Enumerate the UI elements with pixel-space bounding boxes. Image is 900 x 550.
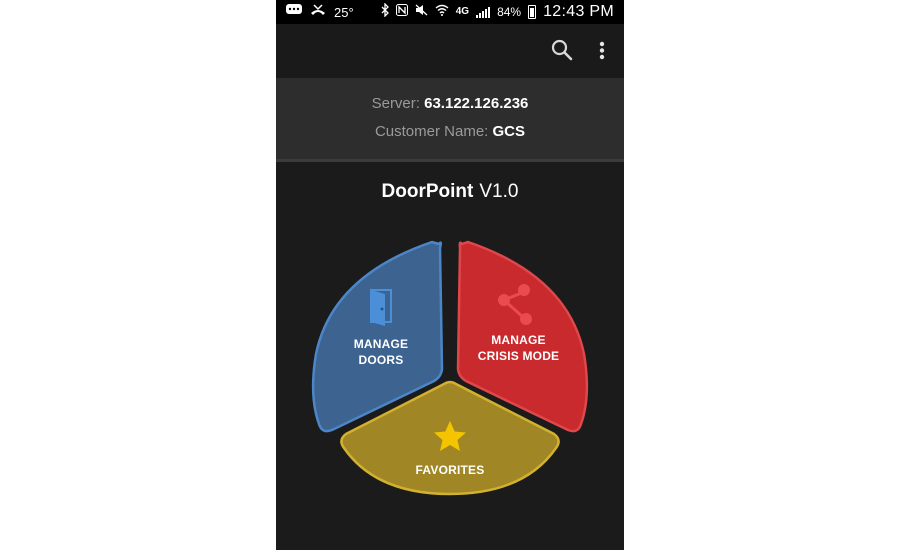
customer-value: GCS: [492, 123, 526, 140]
app-version: V1.0: [479, 181, 519, 202]
missed-call-icon: [310, 4, 326, 20]
phone-screen: 25° 4G 84% 12:43 PM Server: 63.122.126.2…: [276, 0, 624, 550]
network-type: 4G: [455, 6, 470, 17]
server-label: Server:: [371, 95, 420, 112]
wifi-icon: [435, 4, 449, 20]
customer-label: Customer Name:: [374, 123, 489, 140]
status-bar: 25° 4G 84% 12:43 PM: [276, 0, 624, 24]
customer-row: Customer Name: GCS: [276, 123, 624, 140]
app-name: DoorPoint: [381, 181, 474, 202]
battery-icon: [528, 5, 537, 19]
server-value: 63.122.126.236: [424, 95, 529, 112]
server-info-panel: Server: 63.122.126.236 Customer Name: GC…: [276, 78, 624, 162]
bluetooth-icon: [381, 2, 389, 21]
app-title: DoorPoint V1.0: [276, 181, 624, 203]
mute-icon: [415, 4, 428, 20]
server-row: Server: 63.122.126.236: [276, 95, 624, 112]
search-icon[interactable]: [550, 38, 574, 62]
clock: 12:43 PM: [543, 3, 614, 20]
temperature: 25°: [334, 4, 354, 20]
nfc-icon: [395, 4, 408, 20]
app-toolbar: [276, 24, 624, 78]
signal-icon: [476, 6, 491, 18]
main-menu-wheel: MANAGE DOORS MANAGE CRISIS MODE FAVORITE…: [276, 226, 624, 506]
battery-percent: 84%: [497, 5, 522, 19]
more-vert-icon[interactable]: [594, 38, 610, 62]
message-icon: [286, 4, 302, 20]
